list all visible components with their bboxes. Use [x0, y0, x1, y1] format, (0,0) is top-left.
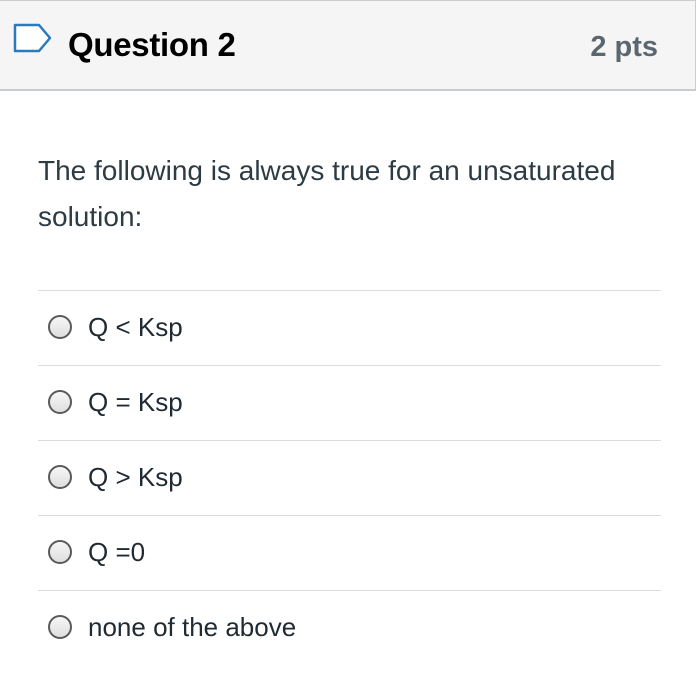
radio-button[interactable]: [48, 615, 72, 639]
question-header: Question 2 2 pts: [0, 0, 696, 91]
question-title: Question 2: [68, 26, 236, 63]
answer-option[interactable]: Q < Ksp: [38, 290, 661, 365]
flag-question-icon[interactable]: [13, 23, 53, 55]
answer-option[interactable]: Q = Ksp: [38, 365, 661, 440]
radio-button[interactable]: [48, 390, 72, 414]
answer-option[interactable]: Q > Ksp: [38, 440, 661, 515]
answer-label: Q > Ksp: [88, 462, 183, 492]
answer-label: Q =0: [88, 537, 146, 567]
answer-label: none of the above: [88, 612, 297, 642]
answer-label: Q = Ksp: [88, 387, 183, 417]
question-points: 2 pts: [590, 31, 658, 63]
answer-list: Q < Ksp Q = Ksp Q > Ksp Q =0 none of the…: [38, 290, 661, 665]
question-text: The following is always true for an unsa…: [38, 155, 616, 232]
radio-button[interactable]: [48, 315, 72, 339]
answer-label: Q < Ksp: [88, 312, 183, 342]
radio-button[interactable]: [48, 540, 72, 564]
answer-option[interactable]: Q =0: [38, 515, 661, 590]
quiz-question-page: Question 2 2 pts The following is always…: [0, 0, 697, 700]
radio-button[interactable]: [48, 465, 72, 489]
answer-option[interactable]: none of the above: [38, 590, 661, 665]
